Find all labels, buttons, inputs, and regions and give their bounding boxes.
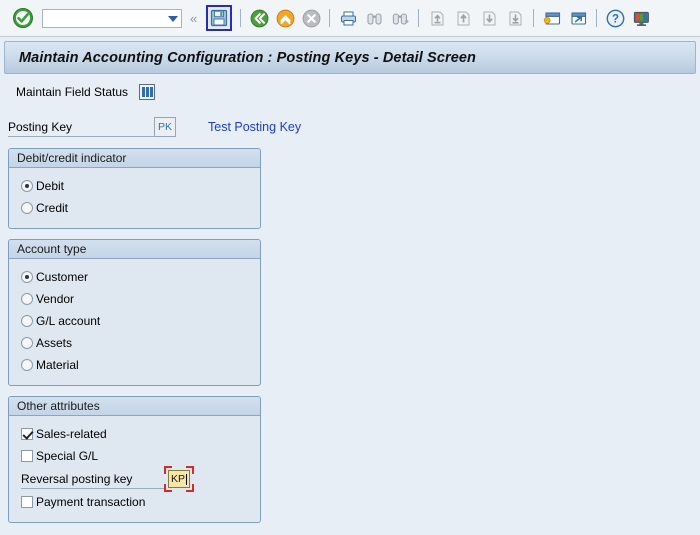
- posting-key-label: Posting Key: [8, 117, 154, 137]
- find-button[interactable]: [363, 7, 385, 29]
- maintain-field-status-label[interactable]: Maintain Field Status: [16, 85, 128, 99]
- reversal-posting-key-value: KP: [170, 473, 185, 485]
- group-body: Sales-related Special G/L Reversal posti…: [9, 416, 260, 522]
- double-chevron-left-icon[interactable]: «: [190, 11, 197, 26]
- radio-icon[interactable]: [21, 180, 33, 192]
- group-title: Other attributes: [9, 397, 260, 416]
- group-title: Debit/credit indicator: [9, 149, 260, 168]
- checkbox-option-payment-transaction[interactable]: Payment transaction: [9, 491, 260, 513]
- svg-text:?: ?: [612, 13, 619, 25]
- new-session-button[interactable]: [541, 7, 563, 29]
- radio-label: Customer: [36, 270, 89, 284]
- screen-title-bar: Maintain Accounting Configuration : Post…: [4, 41, 696, 74]
- radio-icon[interactable]: [21, 359, 33, 371]
- radio-option-material[interactable]: Material: [9, 354, 260, 376]
- toolbar-divider: [329, 9, 331, 27]
- command-input[interactable]: [43, 10, 159, 26]
- application-toolbar: Maintain Field Status: [0, 78, 700, 106]
- radio-option-debit[interactable]: Debit: [9, 175, 260, 197]
- reversal-posting-key-label: Reversal posting key: [21, 469, 164, 489]
- checkbox-icon[interactable]: [21, 428, 33, 440]
- previous-page-button[interactable]: [452, 7, 474, 29]
- radio-option-credit[interactable]: Credit: [9, 197, 260, 219]
- radio-label: Material: [36, 358, 79, 372]
- toolbar-divider: [533, 9, 535, 27]
- checkbox-option-sales-related[interactable]: Sales-related: [9, 423, 260, 445]
- radio-label: Debit: [36, 179, 65, 193]
- group-body: Debit Credit: [9, 168, 260, 228]
- radio-icon[interactable]: [21, 202, 33, 214]
- next-page-button[interactable]: [478, 7, 500, 29]
- checkbox-label: Payment transaction: [36, 495, 146, 509]
- reversal-posting-key-input[interactable]: KP: [168, 470, 190, 488]
- checkbox-label: Sales-related: [36, 427, 107, 441]
- radio-option-customer[interactable]: Customer: [9, 266, 260, 288]
- page-title: Maintain Accounting Configuration : Post…: [19, 49, 477, 66]
- first-page-button[interactable]: [426, 7, 448, 29]
- group-account-type: Account type Customer Vendor G/L account…: [8, 239, 261, 386]
- radio-option-vendor[interactable]: Vendor: [9, 288, 260, 310]
- posting-key-row: Posting Key PK Test Posting Key: [0, 116, 700, 138]
- reversal-posting-key-field-wrapper[interactable]: KP: [164, 466, 194, 492]
- save-button[interactable]: [206, 5, 233, 31]
- checkbox-label: Special G/L: [36, 449, 99, 463]
- create-shortcut-button[interactable]: [567, 7, 589, 29]
- radio-option-gl-account[interactable]: G/L account: [9, 310, 260, 332]
- toolbar-divider: [418, 9, 420, 27]
- checkbox-option-special-gl[interactable]: Special G/L: [9, 445, 260, 467]
- chevron-down-icon[interactable]: [168, 15, 178, 22]
- checkbox-icon[interactable]: [21, 450, 33, 462]
- radio-label: Vendor: [36, 292, 75, 306]
- group-title: Account type: [9, 240, 260, 259]
- toolbar-divider: [596, 9, 598, 27]
- customize-button[interactable]: [630, 7, 652, 29]
- print-button[interactable]: [337, 7, 359, 29]
- text-caret: [186, 473, 187, 485]
- radio-icon[interactable]: [21, 271, 33, 283]
- group-debit-credit-indicator: Debit/credit indicator Debit Credit: [8, 148, 261, 229]
- posting-key-value-button[interactable]: PK: [154, 117, 176, 137]
- radio-icon[interactable]: [21, 337, 33, 349]
- exit-button[interactable]: [274, 7, 296, 29]
- radio-option-assets[interactable]: Assets: [9, 332, 260, 354]
- reversal-posting-key-row: Reversal posting key KP: [9, 466, 260, 492]
- radio-label: G/L account: [36, 314, 101, 328]
- test-posting-key-link[interactable]: Test Posting Key: [208, 120, 301, 134]
- group-other-attributes: Other attributes Sales-related Special G…: [8, 396, 261, 523]
- last-page-button[interactable]: [504, 7, 526, 29]
- main-toolbar: « ?: [0, 0, 700, 37]
- checkbox-icon[interactable]: [21, 496, 33, 508]
- radio-label: Assets: [36, 336, 73, 350]
- command-field[interactable]: [42, 8, 182, 28]
- toolbar-divider: [240, 9, 242, 27]
- radio-icon[interactable]: [21, 293, 33, 305]
- group-body: Customer Vendor G/L account Assets Mater…: [9, 259, 260, 385]
- radio-label: Credit: [36, 201, 69, 215]
- radio-icon[interactable]: [21, 315, 33, 327]
- table-columns-icon[interactable]: [139, 84, 156, 100]
- help-question-icon[interactable]: ?: [604, 7, 626, 29]
- find-next-button[interactable]: [389, 7, 411, 29]
- green-check-icon[interactable]: [12, 7, 34, 29]
- cancel-button[interactable]: [300, 7, 322, 29]
- back-button[interactable]: [248, 7, 270, 29]
